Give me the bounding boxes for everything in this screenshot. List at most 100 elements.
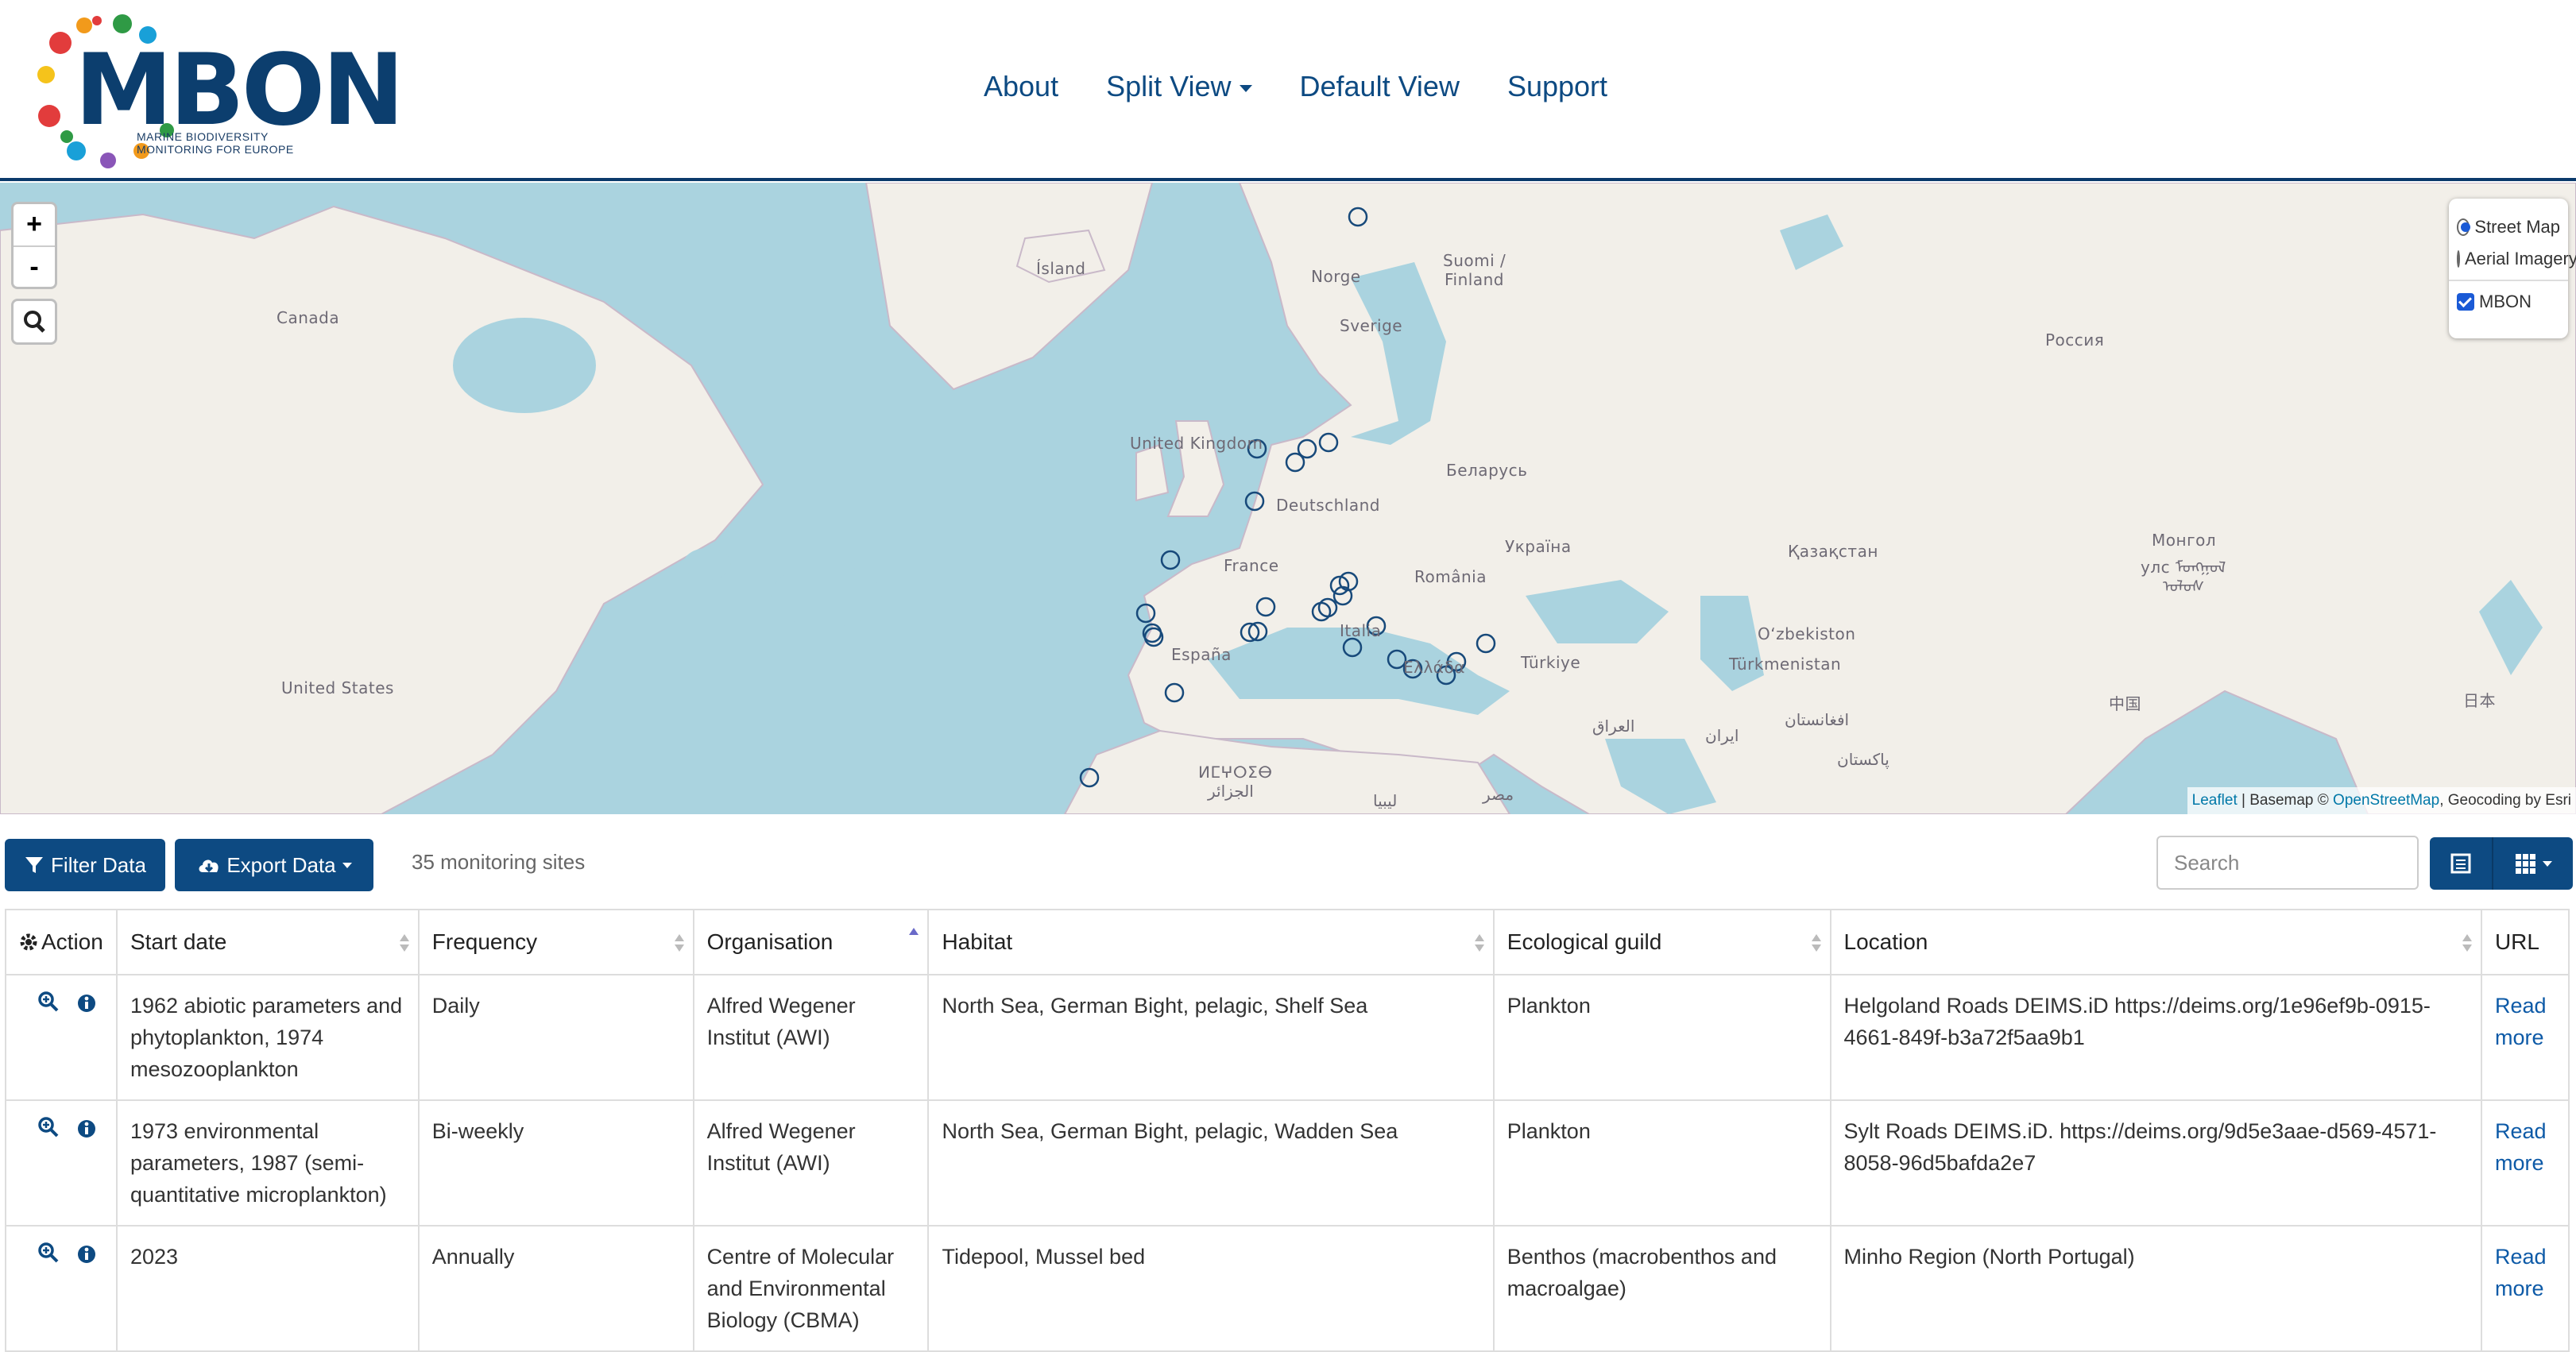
- attribution-geocoding: , Geocoding by Esri: [2439, 792, 2571, 809]
- attribution-basemap: | Basemap ©: [2237, 792, 2334, 809]
- map-label: Italia: [1340, 621, 1382, 640]
- map-label: پاکستان: [1837, 750, 1889, 769]
- table-search-input[interactable]: Search: [2156, 836, 2419, 890]
- read-more-link[interactable]: Read more: [2495, 994, 2547, 1049]
- caret-down-icon: [2543, 860, 2552, 867]
- radio-icon: [2457, 250, 2460, 268]
- map-label: Монгол: [2152, 531, 2217, 550]
- header-ecological-guild-label: Ecological guild: [1507, 929, 1662, 954]
- map-label: Norge: [1311, 267, 1361, 286]
- gear-icon: [20, 933, 37, 951]
- header-location[interactable]: Location: [1829, 909, 2482, 975]
- cell-frequency: Annually: [417, 1225, 694, 1352]
- map-view[interactable]: Ísland Norge Suomi / Finland Sverige Can…: [0, 183, 2576, 814]
- header-habitat[interactable]: Habitat: [927, 909, 1495, 975]
- grid-view-button[interactable]: [2493, 837, 2573, 890]
- cell-location: Minho Region (North Portugal): [1829, 1225, 2482, 1352]
- map-attribution: Leaflet | Basemap © OpenStreetMap, Geoco…: [2187, 787, 2576, 814]
- grid-icon: [2516, 854, 2535, 874]
- read-more-link[interactable]: Read more: [2495, 1245, 2547, 1300]
- map-label: Sverige: [1340, 316, 1403, 335]
- cell-location: Helgoland Roads DEIMS.iD https://deims.o…: [1829, 974, 2482, 1101]
- header-habitat-label: Habitat: [942, 929, 1013, 954]
- zoom-to-site-icon[interactable]: [37, 990, 60, 1014]
- nav-support[interactable]: Support: [1507, 70, 1607, 103]
- list-view-button[interactable]: [2430, 837, 2493, 890]
- zoom-to-site-icon[interactable]: [37, 1241, 60, 1265]
- layer-control: Street Map Aerial Imagery MBON: [2449, 199, 2576, 338]
- filter-data-label: Filter Data: [51, 852, 146, 877]
- map-label: România: [1414, 567, 1487, 586]
- map-label: Беларусь: [1446, 461, 1528, 480]
- cell-start-date: 2023: [115, 1225, 420, 1352]
- filter-icon: [25, 857, 44, 873]
- row-actions: [5, 974, 118, 1101]
- header-start-date[interactable]: Start date: [115, 909, 420, 975]
- sort-icon: [1474, 934, 1484, 952]
- header-start-date-label: Start date: [130, 929, 227, 954]
- leaflet-link[interactable]: Leaflet: [2192, 792, 2238, 809]
- export-data-button[interactable]: Export Data: [175, 839, 373, 891]
- map-label: United Kingdom: [1130, 434, 1263, 453]
- nav-about[interactable]: About: [984, 70, 1058, 103]
- header-frequency-label: Frequency: [431, 929, 538, 954]
- cell-habitat: North Sea, German Bight, pelagic, Wadden…: [927, 1099, 1495, 1226]
- cell-habitat: North Sea, German Bight, pelagic, Shelf …: [927, 974, 1495, 1101]
- map-label: Ελλάδα: [1403, 658, 1465, 677]
- header-organisation[interactable]: Organisation: [692, 909, 930, 975]
- sort-ascending-icon: [909, 928, 919, 935]
- map-label: Suomi /: [1443, 251, 1507, 270]
- site-count: 35 monitoring sites: [412, 850, 586, 874]
- search-icon: [24, 311, 45, 333]
- layer-street-map[interactable]: Street Map: [2457, 211, 2560, 243]
- map-label: United States: [281, 678, 394, 697]
- openstreetmap-link[interactable]: OpenStreetMap: [2333, 792, 2439, 809]
- info-icon[interactable]: [76, 1118, 97, 1139]
- cloud-download-icon: [199, 859, 219, 873]
- table-row: 2023 Annually Centre of Molecular and En…: [5, 1225, 2570, 1352]
- sort-icon: [399, 934, 409, 952]
- nav-split-view[interactable]: Split View: [1106, 70, 1252, 103]
- monitoring-sites-table: Action Start date Frequency Organisation…: [5, 909, 2570, 1352]
- map-label: Türkiye: [1521, 653, 1581, 672]
- sort-icon: [674, 934, 684, 952]
- logo-subtitle-line1: MARINE BIODIVERSITY: [137, 130, 269, 143]
- nav-split-view-label: Split View: [1106, 70, 1232, 102]
- map-label: العراق: [1592, 717, 1635, 736]
- map-label: ایران: [1705, 726, 1739, 745]
- sort-icon: [1811, 934, 1821, 952]
- header-frequency[interactable]: Frequency: [417, 909, 694, 975]
- row-actions: [5, 1099, 118, 1226]
- map-label: Canada: [277, 308, 340, 327]
- map-label: Україна: [1505, 537, 1572, 556]
- nav-default-view[interactable]: Default View: [1300, 70, 1460, 103]
- row-actions: [5, 1225, 118, 1352]
- table-header-row: Action Start date Frequency Organisation…: [5, 909, 2570, 975]
- info-icon[interactable]: [76, 1244, 97, 1265]
- filter-data-button[interactable]: Filter Data: [5, 839, 165, 891]
- map-label: Ísland: [1036, 259, 1086, 278]
- read-more-link[interactable]: Read more: [2495, 1119, 2547, 1175]
- map-search-button[interactable]: [11, 299, 57, 345]
- zoom-to-site-icon[interactable]: [37, 1115, 60, 1139]
- cell-organisation: Alfred Wegener Institut (AWI): [692, 974, 930, 1101]
- layer-aerial-imagery[interactable]: Aerial Imagery: [2457, 243, 2576, 275]
- map-label: 中国: [2109, 694, 2141, 713]
- header-ecological-guild[interactable]: Ecological guild: [1492, 909, 1831, 975]
- view-toggle-group: [2430, 837, 2573, 890]
- cell-habitat: Tidepool, Mussel bed: [927, 1225, 1495, 1352]
- zoom-in-button[interactable]: +: [14, 204, 55, 245]
- zoom-out-button[interactable]: -: [14, 245, 55, 287]
- map-label: ᠤᠯᠤᠰ: [2163, 577, 2205, 596]
- header-action-label: Action: [41, 929, 103, 954]
- caret-down-icon: [1239, 84, 1252, 92]
- zoom-control: + -: [11, 202, 57, 289]
- divider: [2449, 280, 2568, 281]
- map-label: مصر: [1483, 785, 1514, 804]
- cell-url: Read more: [2480, 1225, 2570, 1352]
- map-label: ليبيا: [1373, 791, 1398, 810]
- overlay-mbon[interactable]: MBON: [2457, 286, 2560, 318]
- map-label: 日本: [2463, 691, 2496, 710]
- checkbox-checked-icon: [2457, 293, 2474, 311]
- info-icon[interactable]: [76, 993, 97, 1014]
